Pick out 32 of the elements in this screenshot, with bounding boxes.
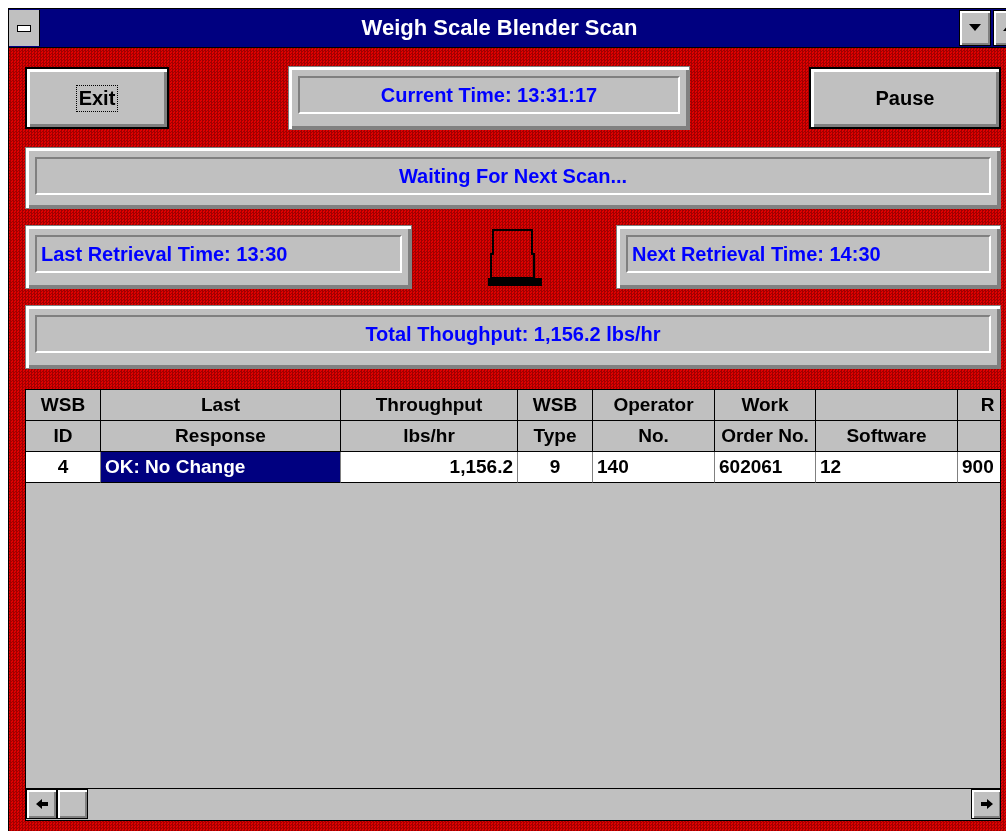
table-cell[interactable]: 140 xyxy=(593,452,715,483)
last-retrieval-text: Last Retrieval Time: 13:30 xyxy=(35,235,402,273)
status-text: Waiting For Next Scan... xyxy=(35,157,991,195)
column-header: Last xyxy=(101,390,341,421)
table-cell[interactable]: 9 xyxy=(518,452,593,483)
next-retrieval-text: Next Retrieval Time: 14:30 xyxy=(626,235,991,273)
total-throughput-text: Total Thoughput: 1,156.2 lbs/hr xyxy=(35,315,991,353)
scroll-right-button[interactable] xyxy=(971,789,1000,819)
column-header: Throughput xyxy=(341,390,518,421)
current-time-text: Current Time: 13:31:17 xyxy=(298,76,680,114)
down-arrow-icon xyxy=(969,24,981,32)
exit-button[interactable]: Exit xyxy=(25,67,169,129)
table-cell[interactable]: 900 xyxy=(958,452,1000,483)
left-arrow-icon xyxy=(35,799,48,809)
column-header: WSB xyxy=(518,390,593,421)
right-arrow-icon xyxy=(980,799,993,809)
system-menu-button[interactable] xyxy=(9,10,40,46)
table-cell[interactable]: OK: No Change xyxy=(101,452,341,483)
minimize-button[interactable] xyxy=(959,10,991,46)
pause-button[interactable]: Pause xyxy=(809,67,1001,129)
window-title: Weigh Scale Blender Scan xyxy=(360,15,639,41)
table-cell[interactable]: 1,156.2 xyxy=(341,452,518,483)
table-cell[interactable]: 4 xyxy=(26,452,101,483)
table-cell[interactable]: 602061 xyxy=(715,452,816,483)
column-header: Operator xyxy=(593,390,715,421)
column-header: WSB xyxy=(26,390,101,421)
horizontal-scrollbar[interactable] xyxy=(26,788,1000,820)
column-header: R xyxy=(958,390,1000,421)
scroll-left-button[interactable] xyxy=(26,789,57,819)
column-header: Work xyxy=(715,390,816,421)
table-cell[interactable]: 12 xyxy=(816,452,958,483)
scroll-thumb[interactable] xyxy=(57,789,88,819)
